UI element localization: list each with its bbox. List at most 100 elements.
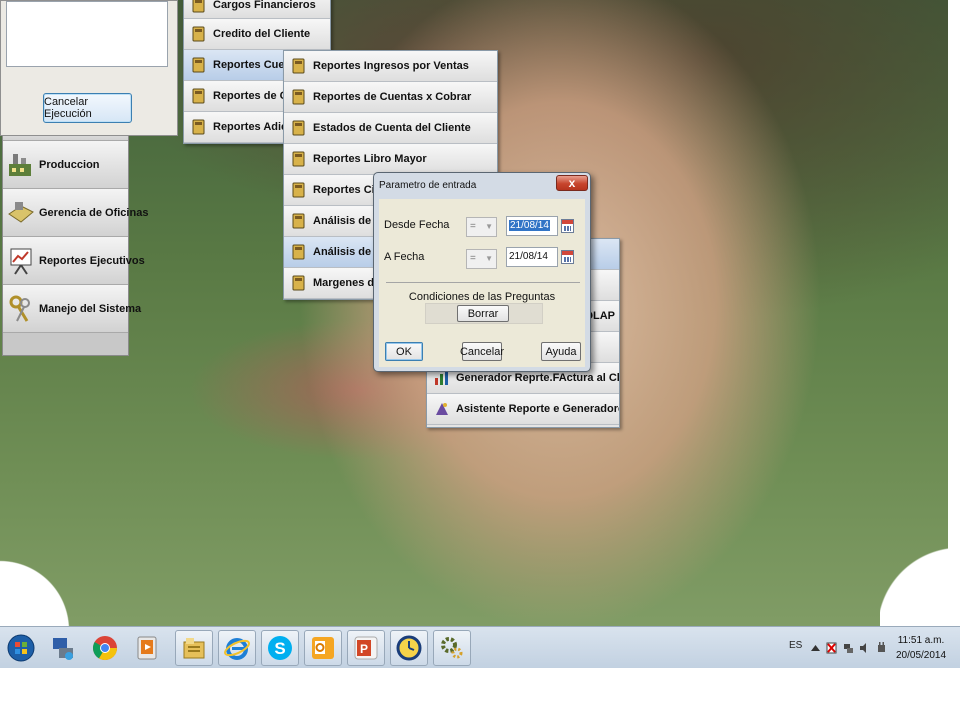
sidebar-item-label: Produccion bbox=[39, 158, 100, 171]
network-icon bbox=[53, 638, 73, 660]
execution-log-area[interactable] bbox=[6, 1, 168, 67]
menu-item-label: Reportes Ingresos por Ventas bbox=[313, 60, 469, 72]
ok-button[interactable]: OK bbox=[385, 342, 423, 361]
from-date-input[interactable]: 21/08/14 bbox=[506, 216, 558, 236]
report-book-icon bbox=[292, 213, 305, 229]
skype-icon: S bbox=[268, 636, 292, 660]
clock-date: 20/05/2014 bbox=[896, 650, 947, 661]
taskbar-skype[interactable]: S bbox=[261, 630, 299, 666]
menu-item-credito-cliente[interactable]: Credito del Cliente bbox=[184, 19, 330, 50]
system-clock[interactable]: 11:51 a.m. 20/05/2014 bbox=[896, 633, 946, 663]
sidebar-item-gerencia-oficinas[interactable]: Gerencia de Oficinas bbox=[3, 189, 148, 237]
dialog-body: Desde Fecha = ▼ 21/08/14 A Fecha = ▼ 21/… bbox=[379, 199, 585, 367]
conditions-label: Condiciones de las Preguntas bbox=[408, 291, 556, 303]
action-center-flag-icon[interactable] bbox=[826, 642, 837, 654]
dialog-separator bbox=[386, 282, 580, 283]
report-book-icon bbox=[292, 120, 305, 136]
svg-text:P: P bbox=[360, 642, 368, 656]
sidebar-item-manejo-sistema[interactable]: Manejo del Sistema bbox=[3, 285, 141, 333]
chrome-icon bbox=[92, 636, 117, 661]
powerpoint-icon: P bbox=[354, 636, 378, 660]
network-tray-icon[interactable] bbox=[843, 642, 854, 654]
menu-item-label: Cargos Financieros bbox=[213, 0, 316, 11]
tray-arrow-icon[interactable] bbox=[810, 642, 821, 654]
clock-app-icon bbox=[396, 635, 422, 661]
to-date-input[interactable]: 21/08/14 bbox=[506, 247, 558, 267]
sidebar-item-reportes-ejecutivos[interactable]: Reportes Ejecutivos bbox=[3, 237, 145, 285]
calendar-icon[interactable] bbox=[561, 250, 574, 264]
sidebar-item-label: Manejo del Sistema bbox=[39, 302, 142, 315]
report-book-icon bbox=[192, 0, 205, 12]
menu-item-label: Generador Reprte.FActura al Cliente bbox=[456, 372, 619, 384]
report-book-icon bbox=[192, 57, 205, 73]
report-book-icon bbox=[292, 275, 305, 291]
keys-icon bbox=[9, 295, 30, 322]
help-button[interactable]: Ayuda bbox=[541, 342, 581, 361]
calendar-icon[interactable] bbox=[561, 219, 574, 233]
menu-item-label: Asistente Reporte e Generadores bbox=[456, 403, 619, 415]
taskbar-file-explorer[interactable] bbox=[175, 630, 213, 666]
taskbar-chrome[interactable] bbox=[86, 630, 124, 666]
wallpaper-corner-left bbox=[0, 540, 70, 630]
menu-item-estados-cuenta[interactable]: Estados de Cuenta del Cliente bbox=[284, 113, 497, 144]
taskbar-network-app[interactable] bbox=[44, 630, 82, 666]
wallpaper-right-edge bbox=[948, 0, 960, 630]
to-date-label: A Fecha bbox=[384, 251, 425, 263]
report-book-icon bbox=[192, 26, 205, 42]
taskbar: S P ES 11:51 a.m. 20/05/2014 bbox=[0, 626, 960, 668]
menu-item-ingresos-ventas[interactable]: Reportes Ingresos por Ventas bbox=[284, 51, 497, 82]
taskbar-clock-app[interactable] bbox=[390, 630, 428, 666]
main-module-sidebar: Inventarios Produccion Gerencia de Ofici… bbox=[2, 114, 148, 356]
start-button[interactable] bbox=[2, 630, 40, 666]
menu-item-cuentas-cobrar[interactable]: Reportes de Cuentas x Cobrar bbox=[284, 82, 497, 113]
execution-panel: Cancelar Ejecución bbox=[0, 0, 178, 136]
operator-value: = bbox=[470, 221, 476, 232]
menu-item-label: Reportes de Cuentas x Cobrar bbox=[313, 91, 472, 103]
cancel-button[interactable]: Cancelar bbox=[460, 342, 504, 361]
to-operator-select[interactable]: = ▼ bbox=[466, 249, 497, 269]
taskbar-outlook[interactable] bbox=[304, 630, 342, 666]
taskbar-powerpoint[interactable]: P bbox=[347, 630, 385, 666]
executive-reports-icon bbox=[10, 248, 32, 275]
production-icon bbox=[9, 153, 31, 176]
taskbar-media-player[interactable] bbox=[128, 630, 166, 666]
sidebar-item-label: Reportes Ejecutivos bbox=[39, 254, 145, 267]
report-book-icon bbox=[292, 244, 305, 260]
volume-icon[interactable] bbox=[859, 642, 870, 654]
sidebar-item-label: Gerencia de Oficinas bbox=[39, 206, 149, 219]
report-book-icon bbox=[292, 151, 305, 167]
taskbar-internet-explorer[interactable] bbox=[218, 630, 256, 666]
from-operator-select[interactable]: = ▼ bbox=[466, 217, 497, 237]
media-player-icon bbox=[137, 636, 157, 660]
from-date-value: 21/08/14 bbox=[509, 220, 550, 231]
menu-item-cargos-financieros[interactable]: Cargos Financieros bbox=[184, 0, 330, 19]
sidebar-item-produccion[interactable]: Produccion bbox=[3, 141, 128, 189]
report-book-icon bbox=[292, 182, 305, 198]
offices-icon bbox=[8, 201, 34, 223]
svg-text:S: S bbox=[274, 639, 285, 658]
menu-item-asistente-reporte[interactable]: Asistente Reporte e Generadores bbox=[427, 394, 619, 425]
clock-time: 11:51 a.m. bbox=[897, 635, 945, 646]
close-icon[interactable]: x bbox=[556, 175, 588, 191]
start-orb-icon bbox=[7, 634, 35, 662]
wizard-icon bbox=[436, 403, 448, 415]
desktop-screen: Inventarios Produccion Gerencia de Ofici… bbox=[0, 0, 960, 668]
operator-value: = bbox=[470, 253, 476, 264]
menu-item-label: Reportes Libro Mayor bbox=[313, 153, 427, 165]
menu-item-libro-mayor[interactable]: Reportes Libro Mayor bbox=[284, 144, 497, 175]
from-date-label: Desde Fecha bbox=[384, 219, 450, 231]
report-book-icon bbox=[192, 119, 205, 135]
power-plug-icon[interactable] bbox=[876, 642, 887, 654]
outlook-icon bbox=[312, 637, 334, 659]
report-book-icon bbox=[192, 88, 205, 104]
taskbar-settings-app[interactable] bbox=[433, 630, 471, 666]
menu-item-label: Estados de Cuenta del Cliente bbox=[313, 122, 471, 134]
dialog-title: Parametro de entrada bbox=[379, 180, 477, 191]
report-book-icon bbox=[292, 58, 305, 74]
language-indicator[interactable]: ES bbox=[789, 640, 802, 651]
clear-button[interactable]: Borrar bbox=[457, 305, 509, 322]
cancel-execution-button[interactable]: Cancelar Ejecución bbox=[43, 93, 132, 123]
chevron-down-icon: ▼ bbox=[485, 222, 493, 231]
parameter-dialog: Parametro de entrada x Desde Fecha = ▼ 2… bbox=[373, 172, 591, 372]
settings-gears-icon bbox=[441, 637, 463, 659]
